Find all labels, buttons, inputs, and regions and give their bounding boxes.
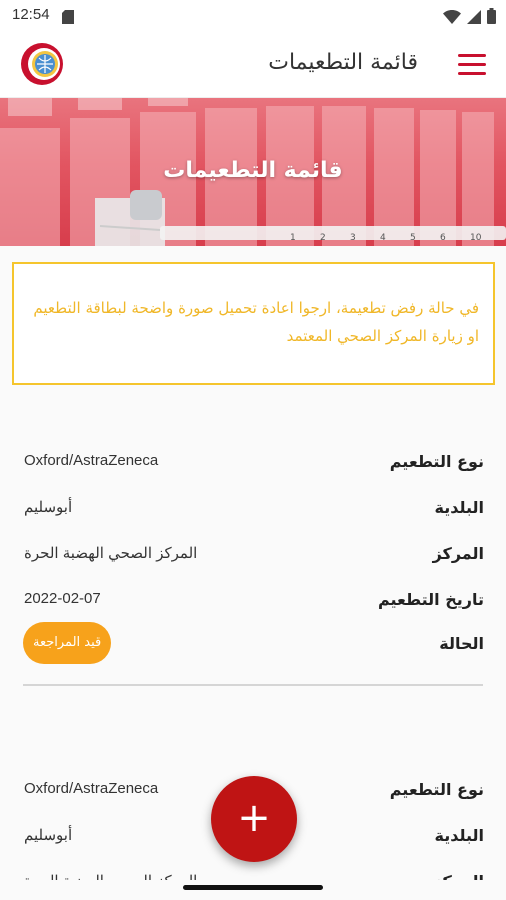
gesture-nav-bar	[0, 880, 506, 900]
vaccine-type-value: Oxford/AstraZeneca	[24, 780, 159, 797]
vaccine-type-value: Oxford/AstraZeneca	[24, 452, 159, 469]
date-label: تاريخ التطعيم	[377, 590, 484, 609]
record-row-vaccine-type: نوع التطعيم Oxford/AstraZeneca	[0, 448, 506, 478]
record-row-municipality: البلدية أبوسليم	[0, 494, 506, 524]
svg-text:3: 3	[350, 233, 356, 243]
date-value: 2022-02-07	[24, 590, 101, 607]
svg-text:2: 2	[320, 233, 326, 243]
record-row-date: تاريخ التطعيم 2022-02-07	[0, 586, 506, 616]
sd-card-icon	[62, 9, 74, 28]
svg-text:4: 4	[380, 233, 386, 243]
hamburger-menu-icon[interactable]	[458, 54, 486, 76]
municipality-label: البلدية	[434, 498, 484, 517]
wifi-icon	[443, 9, 461, 28]
header-banner: 1 2 3 4 5 6 10 قائمة التطعيمات	[0, 98, 506, 246]
svg-text:1: 1	[290, 233, 296, 243]
status-time: 12:54	[12, 6, 50, 23]
app-logo	[20, 42, 64, 86]
vaccine-type-label: نوع التطعيم	[389, 780, 484, 799]
banner-title: قائمة التطعيمات	[163, 158, 343, 183]
svg-text:6: 6	[440, 233, 446, 243]
add-vaccination-button[interactable]: +	[211, 776, 297, 862]
app-bar: قائمة التطعيمات	[0, 32, 506, 98]
record-row-status: الحالة قيد المراجعة	[0, 622, 506, 664]
vaccine-type-label: نوع التطعيم	[389, 452, 484, 471]
status-badge: قيد المراجعة	[23, 622, 112, 664]
record-divider	[23, 684, 483, 686]
center-value: المركز الصحي الهضبة الحرة	[24, 545, 198, 562]
svg-text:5: 5	[410, 233, 416, 243]
municipality-value: أبوسليم	[24, 827, 73, 844]
municipality-value: أبوسليم	[24, 499, 73, 516]
municipality-label: البلدية	[434, 826, 484, 845]
rejection-notice: في حالة رفض تطعيمة، ارجوا اعادة تحميل صو…	[12, 262, 495, 385]
status-bar: 12:54	[0, 0, 506, 32]
signal-icon	[467, 9, 481, 28]
svg-text:10: 10	[470, 233, 482, 243]
status-label: الحالة	[439, 634, 484, 653]
home-gesture-handle[interactable]	[183, 885, 323, 890]
notice-text: في حالة رفض تطعيمة، ارجوا اعادة تحميل صو…	[33, 299, 479, 345]
record-row-center: المركز المركز الصحي الهضبة الحرة	[0, 540, 506, 570]
page-title: قائمة التطعيمات	[268, 50, 418, 75]
plus-icon: +	[237, 795, 271, 841]
battery-icon	[487, 8, 496, 28]
center-label: المركز	[432, 544, 484, 563]
